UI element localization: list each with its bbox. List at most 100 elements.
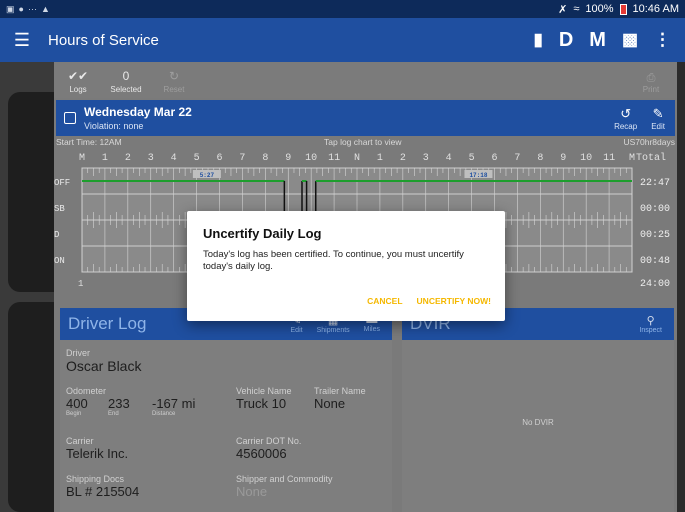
row-label: OFF: [54, 178, 70, 188]
background-edge: [677, 62, 685, 512]
reset-button[interactable]: ↻ Reset: [150, 69, 198, 94]
trailer-name: None: [314, 396, 346, 411]
hour-tick-label: 2: [400, 153, 406, 164]
recap-button[interactable]: ↺ Recap: [614, 106, 637, 131]
hour-tick-label: 3: [423, 153, 429, 164]
certify-checkbox[interactable]: [64, 112, 76, 124]
hour-tick-label: 5: [194, 153, 200, 164]
carrier-name: Telerik Inc.: [66, 446, 129, 461]
selected-label: Selected: [110, 85, 142, 94]
android-icon: ▲: [40, 3, 50, 14]
dialog-message: Today's log has been certified. To conti…: [203, 249, 464, 272]
hour-tick-label: 8: [262, 153, 268, 164]
status-bar: ▣ ● ··· ▲ ✗ ≈ 100% 10:46 AM: [0, 0, 685, 18]
chat-icon: ●: [18, 3, 24, 14]
hour-tick-label: 4: [446, 153, 452, 164]
edit-day-button[interactable]: ✎ Edit: [651, 106, 665, 131]
hour-tick-label: 2: [125, 153, 131, 164]
hour-tick-label: 3: [148, 153, 154, 164]
hour-tick-label: N: [354, 153, 360, 164]
vehicle-name: Truck 10: [236, 396, 287, 411]
history-icon: ↺: [620, 105, 632, 121]
hour-tick-label: M: [629, 153, 635, 164]
trailer-block: Trailer Name None: [314, 386, 366, 411]
page-title: Hours of Service: [48, 31, 159, 49]
hour-tick-label: 10: [580, 153, 592, 164]
chart-bottom-label: 1: [78, 279, 83, 286]
print-button[interactable]: ⎙ Print: [633, 72, 669, 94]
hour-tick-label: 1: [102, 153, 108, 164]
logs-label: Logs: [69, 85, 87, 94]
time-marker-label: 17:18: [469, 172, 487, 179]
hour-tick-label: 1: [377, 153, 383, 164]
violation-status: Violation: none: [84, 121, 144, 131]
hour-tick-label: 9: [285, 153, 291, 164]
odometer-label: Odometer: [66, 386, 107, 396]
chat-icon[interactable]: ▮: [533, 30, 542, 50]
clock: 10:46 AM: [632, 3, 679, 15]
row-total: 22:47: [640, 178, 670, 189]
row-total: 00:48: [640, 256, 670, 267]
search-icon: ⚲: [646, 315, 655, 327]
uncertify-dialog: Uncertify Daily Log Today's log has been…: [187, 211, 505, 321]
driver-log-panel: Driver Log ✎Edit ▦Shipments ▬Miles Drive…: [60, 308, 392, 512]
dvir-empty: No DVIR: [522, 418, 554, 427]
rule-set: US70hr8days: [623, 137, 675, 147]
chart-hint: Tap log chart to view: [324, 137, 402, 147]
dialog-title: Uncertify Daily Log: [203, 226, 322, 241]
hour-tick-label: 11: [328, 153, 340, 164]
row-total: 00:00: [640, 204, 670, 215]
d-button[interactable]: D: [559, 29, 573, 52]
hour-tick-label: 11: [603, 153, 615, 164]
carrier-block: Carrier Telerik Inc.: [66, 436, 129, 461]
hour-tick-label: 9: [560, 153, 566, 164]
hour-tick-label: 7: [514, 153, 520, 164]
hour-tick-label: M: [79, 153, 85, 164]
hour-tick-label: 10: [305, 153, 317, 164]
shipping-block: Shipping Docs BL # 215504: [66, 474, 140, 499]
m-button[interactable]: M: [589, 29, 606, 52]
odometer-begin: 400: [66, 396, 88, 411]
odometer-distance: -167 mi: [152, 396, 196, 411]
cancel-button[interactable]: CANCEL: [367, 296, 402, 306]
hour-tick-label: 5: [469, 153, 475, 164]
dvir-panel: DVIR ⚲ Inspect No DVIR: [402, 308, 674, 512]
driver-label: Driver: [66, 348, 90, 358]
shipper-block: Shipper and Commodity None: [236, 474, 333, 499]
battery-percent: 100%: [585, 3, 614, 15]
log-date: Wednesday Mar 22: [84, 105, 192, 119]
dot-block: Carrier DOT No. 4560006: [236, 436, 302, 461]
bluetooth-off-icon: ✗: [558, 3, 568, 16]
logs-button[interactable]: ✔✔ Logs: [54, 69, 102, 94]
print-label: Print: [642, 85, 660, 94]
vehicle-block: Vehicle Name Truck 10: [236, 386, 292, 411]
wifi-icon: ≈: [573, 3, 580, 15]
driver-name: Oscar Black: [66, 358, 142, 374]
inspection-icon[interactable]: ▩: [622, 30, 638, 50]
start-time: Start Time: 12AM: [56, 137, 122, 147]
driver-log-title: Driver Log: [68, 314, 147, 333]
row-label: ON: [54, 256, 65, 266]
total-header: Total: [636, 152, 666, 164]
odometer-block: Odometer 400 Begin 233 End -167 mi Distance: [66, 386, 212, 417]
image-icon: ▣: [6, 3, 15, 14]
print-icon: ⎙: [646, 72, 656, 84]
menu-icon[interactable]: ☰: [0, 30, 44, 51]
row-label: D: [54, 230, 59, 240]
check-icon: ✔✔: [67, 69, 89, 83]
dots-icon: ···: [27, 3, 37, 14]
row-label: SB: [54, 204, 65, 214]
odometer-end: 233: [108, 396, 130, 411]
grand-total: 24:00: [640, 279, 670, 286]
overflow-icon[interactable]: ⋮: [654, 30, 671, 50]
uncertify-now-button[interactable]: UNCERTIFY NOW!: [417, 296, 491, 306]
chart-info: Start Time: 12AM Tap log chart to view U…: [54, 136, 677, 148]
inspect-button[interactable]: ⚲ Inspect: [639, 314, 662, 334]
pencil-icon: ✎: [652, 105, 664, 121]
shipping-docs: BL # 215504: [66, 484, 140, 499]
reset-label: Reset: [163, 85, 185, 94]
hour-tick-label: 8: [537, 153, 543, 164]
hour-tick-label: 6: [491, 153, 497, 164]
day-header: Wednesday Mar 22 Violation: none ↺ Recap…: [56, 100, 675, 136]
row-total: 00:25: [640, 230, 670, 241]
